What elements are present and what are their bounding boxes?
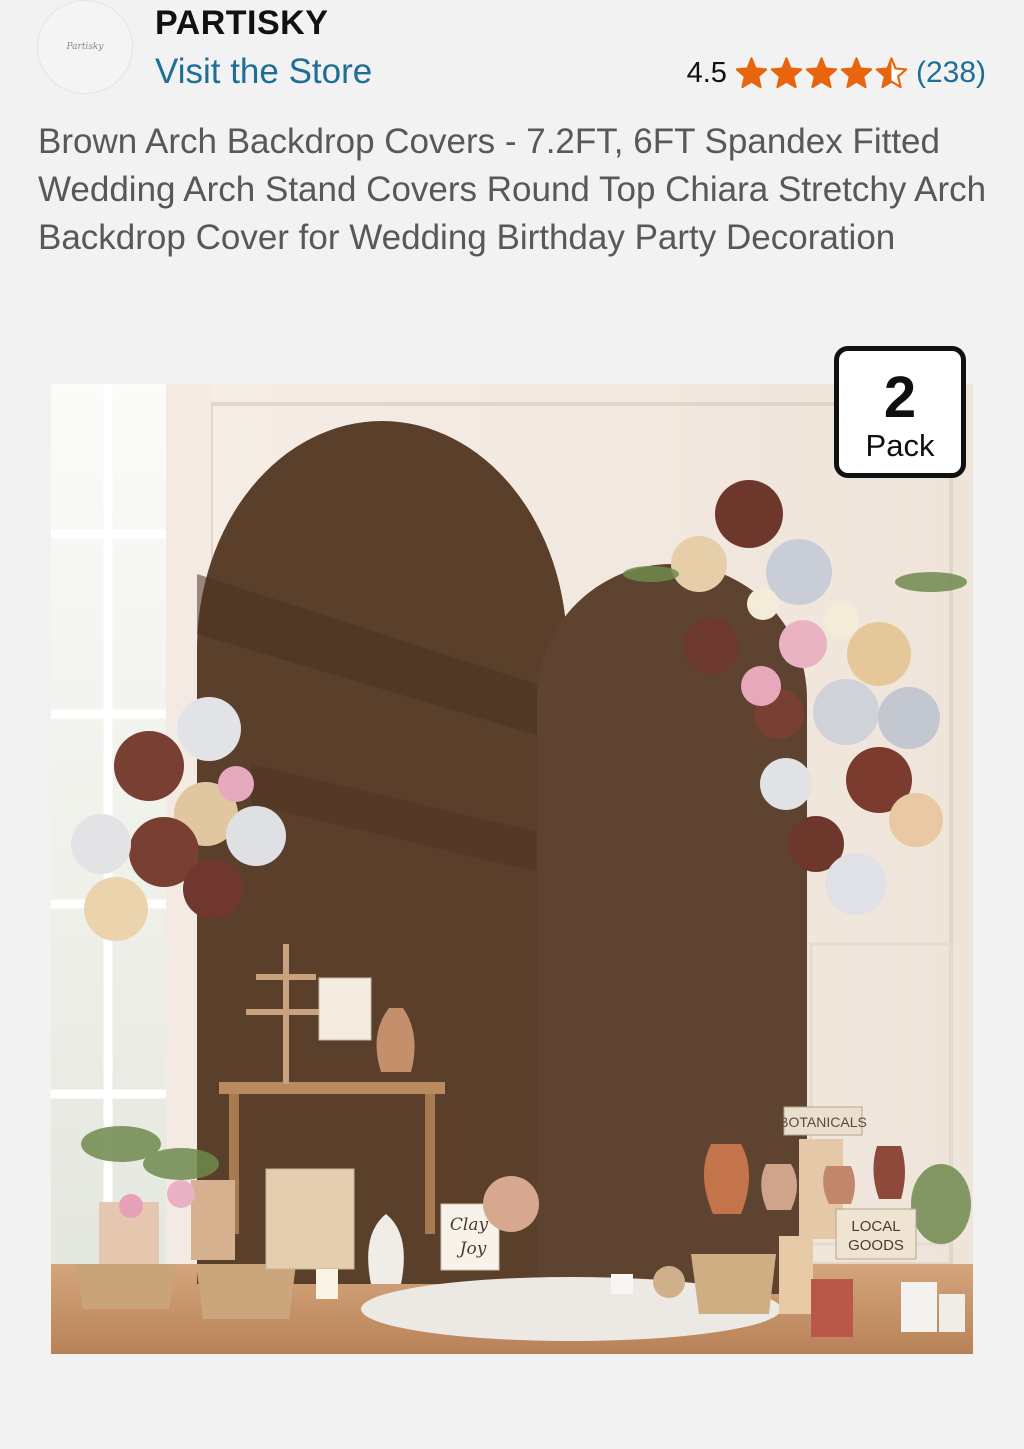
brand-name: PARTISKY — [155, 4, 329, 42]
star-full-icon — [840, 57, 873, 89]
pack-count: 2 — [883, 365, 917, 430]
store-logo-text: Partisky — [66, 42, 104, 52]
star-full-icon — [770, 57, 803, 89]
pack-badge: 2 Pack — [834, 346, 966, 478]
card-joy: Joy — [457, 1239, 487, 1259]
star-rating — [735, 57, 908, 89]
pack-label: Pack — [865, 428, 935, 463]
card-clay: Clay — [450, 1215, 489, 1235]
sign-botanicals: BOTANICALS — [779, 1114, 867, 1130]
star-full-icon — [735, 57, 768, 89]
review-count-link[interactable]: (238) — [916, 56, 986, 90]
rating-summary[interactable]: 4.5 (238) — [687, 56, 986, 90]
visit-store-link[interactable]: Visit the Store — [155, 52, 372, 92]
rating-value: 4.5 — [686, 56, 727, 89]
sign-local: LOCAL — [851, 1218, 900, 1235]
product-title: Brown Arch Backdrop Covers - 7.2FT, 6FT … — [38, 122, 987, 257]
store-logo[interactable]: Partisky — [37, 0, 133, 94]
star-half-icon — [875, 57, 908, 89]
sign-goods: GOODS — [848, 1237, 904, 1254]
star-full-icon — [805, 57, 838, 89]
product-image[interactable]: BOTANICALS LOCAL GOODS Clay Joy — [51, 384, 973, 1354]
